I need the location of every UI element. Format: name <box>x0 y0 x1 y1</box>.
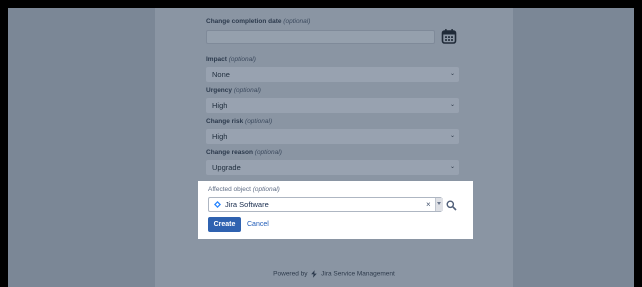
powered-by-brand: Jira Service Management <box>321 270 395 278</box>
change-reason-field: Change reason (optional) Upgrade ⌄ <box>206 148 510 176</box>
chevron-down-icon: ⌄ <box>449 102 455 108</box>
urgency-select[interactable]: High ⌄ <box>206 98 459 113</box>
change-reason-label: Change reason <box>206 149 253 156</box>
optional-tag: (optional) <box>233 87 261 94</box>
urgency-field: Urgency (optional) High ⌄ <box>206 86 510 114</box>
completion-date-input[interactable] <box>206 30 435 44</box>
clear-icon[interactable]: × <box>426 198 431 211</box>
chevron-down-icon: ⌄ <box>449 133 455 139</box>
change-reason-select[interactable]: Upgrade ⌄ <box>206 160 459 175</box>
impact-select[interactable]: None ⌄ <box>206 67 459 82</box>
calendar-icon[interactable] <box>441 28 457 45</box>
change-risk-field: Change risk (optional) High ⌄ <box>206 117 510 145</box>
request-form: Change completion date (optional) Impact… <box>155 8 513 287</box>
optional-tag: (optional) <box>228 56 256 63</box>
dropdown-toggle[interactable] <box>435 198 443 211</box>
completion-date-label: Change completion date <box>206 18 282 25</box>
optional-tag: (optional) <box>254 149 282 156</box>
urgency-value: High <box>212 101 228 110</box>
chevron-down-icon: ⌄ <box>449 164 455 170</box>
change-risk-select[interactable]: High ⌄ <box>206 129 459 144</box>
impact-field: Impact (optional) None ⌄ <box>206 55 510 83</box>
create-button[interactable]: Create <box>208 217 241 232</box>
change-reason-value: Upgrade <box>212 163 241 172</box>
jira-service-management-logo-icon <box>311 270 318 278</box>
cancel-button[interactable]: Cancel <box>247 217 269 232</box>
chevron-down-icon: ⌄ <box>449 71 455 77</box>
urgency-label: Urgency <box>206 87 233 94</box>
optional-tag: (optional) <box>245 118 273 125</box>
optional-tag: (optional) <box>252 186 280 193</box>
chevron-down-icon <box>437 202 441 205</box>
affected-object-value: Jira Software <box>225 200 269 209</box>
change-risk-label: Change risk <box>206 118 244 125</box>
change-risk-value: High <box>212 132 228 141</box>
affected-object-picker[interactable]: Jira Software × <box>208 197 443 212</box>
impact-value: None <box>212 70 230 79</box>
impact-label: Impact <box>206 56 227 63</box>
affected-object-label: Affected object <box>208 186 251 193</box>
affected-object-section: Affected object (optional) Jira Software… <box>198 181 473 239</box>
optional-tag: (optional) <box>283 18 311 25</box>
jira-software-icon <box>214 201 221 208</box>
powered-by-prefix: Powered by <box>273 270 308 278</box>
powered-by-footer: Powered by Jira Service Management <box>155 270 513 278</box>
completion-date-field: Change completion date (optional) <box>206 17 510 47</box>
search-icon[interactable] <box>446 198 457 216</box>
